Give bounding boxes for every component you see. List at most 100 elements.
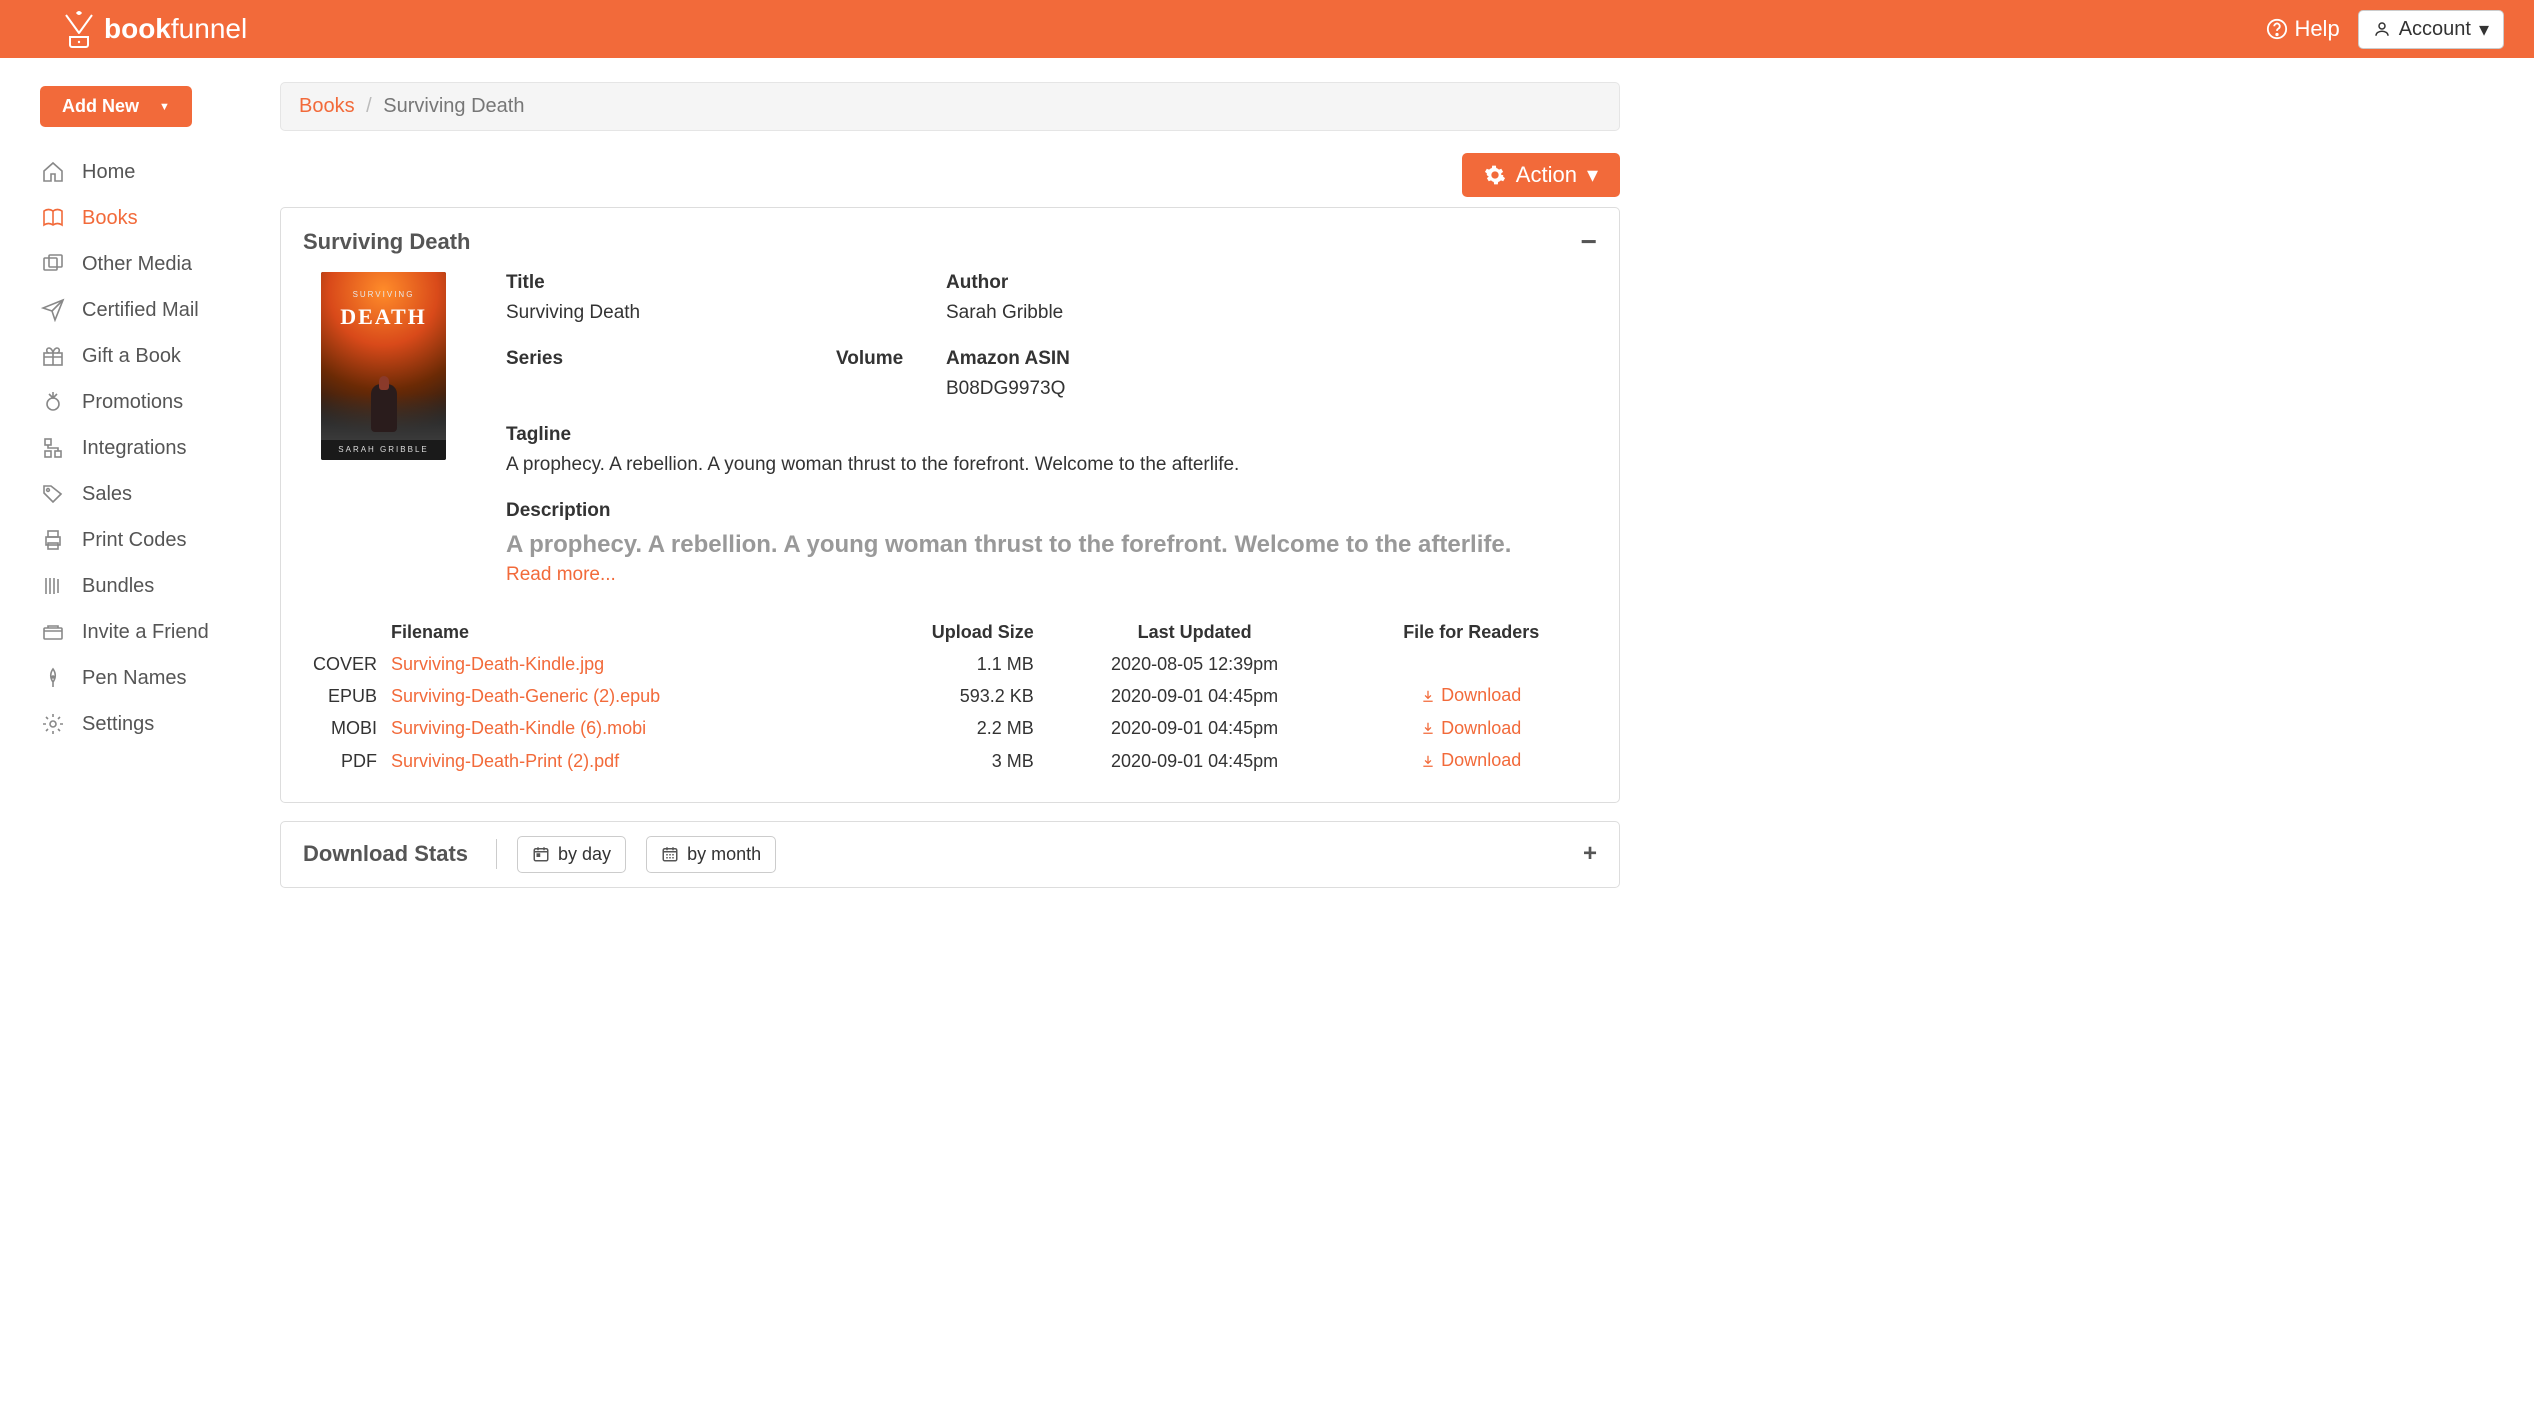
file-name-link[interactable]: Surviving-Death-Print (2).pdf <box>391 751 619 771</box>
value-author: Sarah Gribble <box>946 302 1597 324</box>
invite-icon <box>40 619 66 645</box>
file-row: EPUB Surviving-Death-Generic (2).epub 593.… <box>303 680 1597 713</box>
file-size: 593.2 KB <box>847 680 1044 713</box>
integrations-icon <box>40 435 66 461</box>
file-name-link[interactable]: Surviving-Death-Kindle (6).mobi <box>391 718 646 738</box>
value-asin: B08DG9973Q <box>946 378 1597 400</box>
gift-icon <box>40 343 66 369</box>
sidebar-item-label: Certified Mail <box>82 299 199 322</box>
file-size: 3 MB <box>847 745 1044 778</box>
breadcrumb: Books / Surviving Death <box>280 82 1620 131</box>
file-name-link[interactable]: Surviving-Death-Kindle.jpg <box>391 654 604 674</box>
bundles-icon <box>40 573 66 599</box>
sidebar-item-gift-a-book[interactable]: Gift a Book <box>40 333 280 379</box>
action-menu-button[interactable]: Action ▾ <box>1462 153 1620 197</box>
book-cover[interactable]: SURVIVING DEATH SARAH GRIBBLE <box>321 272 446 460</box>
sidebar-item-label: Invite a Friend <box>82 621 209 644</box>
caret-down-icon: ▼ <box>159 101 170 113</box>
download-link[interactable]: Download <box>1421 718 1521 739</box>
label-author: Author <box>946 272 1597 294</box>
file-size: 2.2 MB <box>847 713 1044 746</box>
account-menu-button[interactable]: Account ▾ <box>2358 10 2504 49</box>
label-description: Description <box>506 500 1597 522</box>
sidebar-item-label: Bundles <box>82 575 154 598</box>
settings-icon <box>40 711 66 737</box>
sidebar-item-sales[interactable]: Sales <box>40 471 280 517</box>
stats-title: Download Stats <box>303 841 468 867</box>
file-name-link[interactable]: Surviving-Death-Generic (2).epub <box>391 686 660 706</box>
sidebar-item-pen-names[interactable]: Pen Names <box>40 655 280 701</box>
sidebar-item-invite-a-friend[interactable]: Invite a Friend <box>40 609 280 655</box>
sidebar-item-home[interactable]: Home <box>40 149 280 195</box>
user-icon <box>2373 20 2391 38</box>
label-series: Series <box>506 348 836 370</box>
label-volume: Volume <box>836 348 946 370</box>
send-icon <box>40 297 66 323</box>
book-panel: Surviving Death − SURVIVING DEATH SARAH … <box>280 207 1620 803</box>
sidebar-item-certified-mail[interactable]: Certified Mail <box>40 287 280 333</box>
read-more-link[interactable]: Read more... <box>506 564 616 586</box>
app-header: bookfunnel Help Account ▾ <box>0 0 2534 58</box>
caret-down-icon: ▾ <box>2479 17 2489 42</box>
files-table: Filename Upload Size Last Updated File f… <box>303 616 1597 778</box>
sidebar-item-label: Integrations <box>82 437 187 460</box>
file-type: MOBI <box>303 713 381 746</box>
label-asin: Amazon ASIN <box>946 348 1597 370</box>
sidebar-item-integrations[interactable]: Integrations <box>40 425 280 471</box>
expand-icon[interactable]: + <box>1583 840 1597 868</box>
sidebar-item-promotions[interactable]: Promotions <box>40 379 280 425</box>
col-last-updated: Last Updated <box>1044 616 1346 649</box>
label-tagline: Tagline <box>506 424 1597 446</box>
breadcrumb-current: Surviving Death <box>383 95 524 117</box>
file-row: PDFSurviving-Death-Print (2).pdf3 MB2020… <box>303 745 1597 778</box>
brand-logo[interactable]: bookfunnel <box>60 9 247 49</box>
breadcrumb-separator: / <box>366 95 372 117</box>
file-size: 1.1 MB <box>847 649 1044 680</box>
promo-icon <box>40 389 66 415</box>
download-link[interactable]: Download <box>1421 685 1521 706</box>
sales-icon <box>40 481 66 507</box>
sidebar-item-label: Settings <box>82 713 154 736</box>
help-link[interactable]: Help <box>2266 16 2339 42</box>
book-icon <box>40 205 66 231</box>
file-type: EPUB <box>303 680 381 713</box>
bookfunnel-logo-icon <box>60 9 98 49</box>
sidebar-item-books[interactable]: Books <box>40 195 280 241</box>
sidebar-item-label: Gift a Book <box>82 345 181 368</box>
file-row: COVERSurviving-Death-Kindle.jpg1.1 MB202… <box>303 649 1597 680</box>
download-stats-panel: Download Stats by day by month + <box>280 821 1620 888</box>
file-updated: 2020-09-01 04:45pm <box>1044 713 1346 746</box>
add-new-button[interactable]: Add New ▼ <box>40 86 192 127</box>
value-title: Surviving Death <box>506 302 836 324</box>
sidebar-item-settings[interactable]: Settings <box>40 701 280 747</box>
stats-by-month-button[interactable]: by month <box>646 836 776 873</box>
file-type: COVER <box>303 649 381 680</box>
sidebar: Add New ▼ Home Books Other Media Certified … <box>0 58 280 908</box>
panel-title: Surviving Death <box>303 229 470 255</box>
collapse-icon[interactable]: − <box>1581 226 1597 258</box>
sidebar-item-label: Books <box>82 207 138 230</box>
sidebar-item-label: Other Media <box>82 253 192 276</box>
sidebar-item-label: Sales <box>82 483 132 506</box>
col-upload-size: Upload Size <box>847 616 1044 649</box>
download-icon <box>1421 754 1435 768</box>
brand-text: bookfunnel <box>104 13 247 45</box>
breadcrumb-root-link[interactable]: Books <box>299 95 355 117</box>
print-icon <box>40 527 66 553</box>
sidebar-item-label: Home <box>82 161 135 184</box>
download-link[interactable]: Download <box>1421 750 1521 771</box>
sidebar-item-print-codes[interactable]: Print Codes <box>40 517 280 563</box>
sidebar-item-other-media[interactable]: Other Media <box>40 241 280 287</box>
sidebar-item-bundles[interactable]: Bundles <box>40 563 280 609</box>
home-icon <box>40 159 66 185</box>
value-tagline: A prophecy. A rebellion. A young woman t… <box>506 454 1597 476</box>
download-icon <box>1421 689 1435 703</box>
col-filename: Filename <box>381 616 847 649</box>
description-preview: A prophecy. A rebellion. A young woman t… <box>506 530 1597 560</box>
stats-by-day-button[interactable]: by day <box>517 836 626 873</box>
file-updated: 2020-09-01 04:45pm <box>1044 745 1346 778</box>
label-title: Title <box>506 272 836 294</box>
header-right: Help Account ▾ <box>2266 10 2504 49</box>
download-icon <box>1421 721 1435 735</box>
file-row: MOBI Surviving-Death-Kindle (6).mobi 2.2 M… <box>303 713 1597 746</box>
